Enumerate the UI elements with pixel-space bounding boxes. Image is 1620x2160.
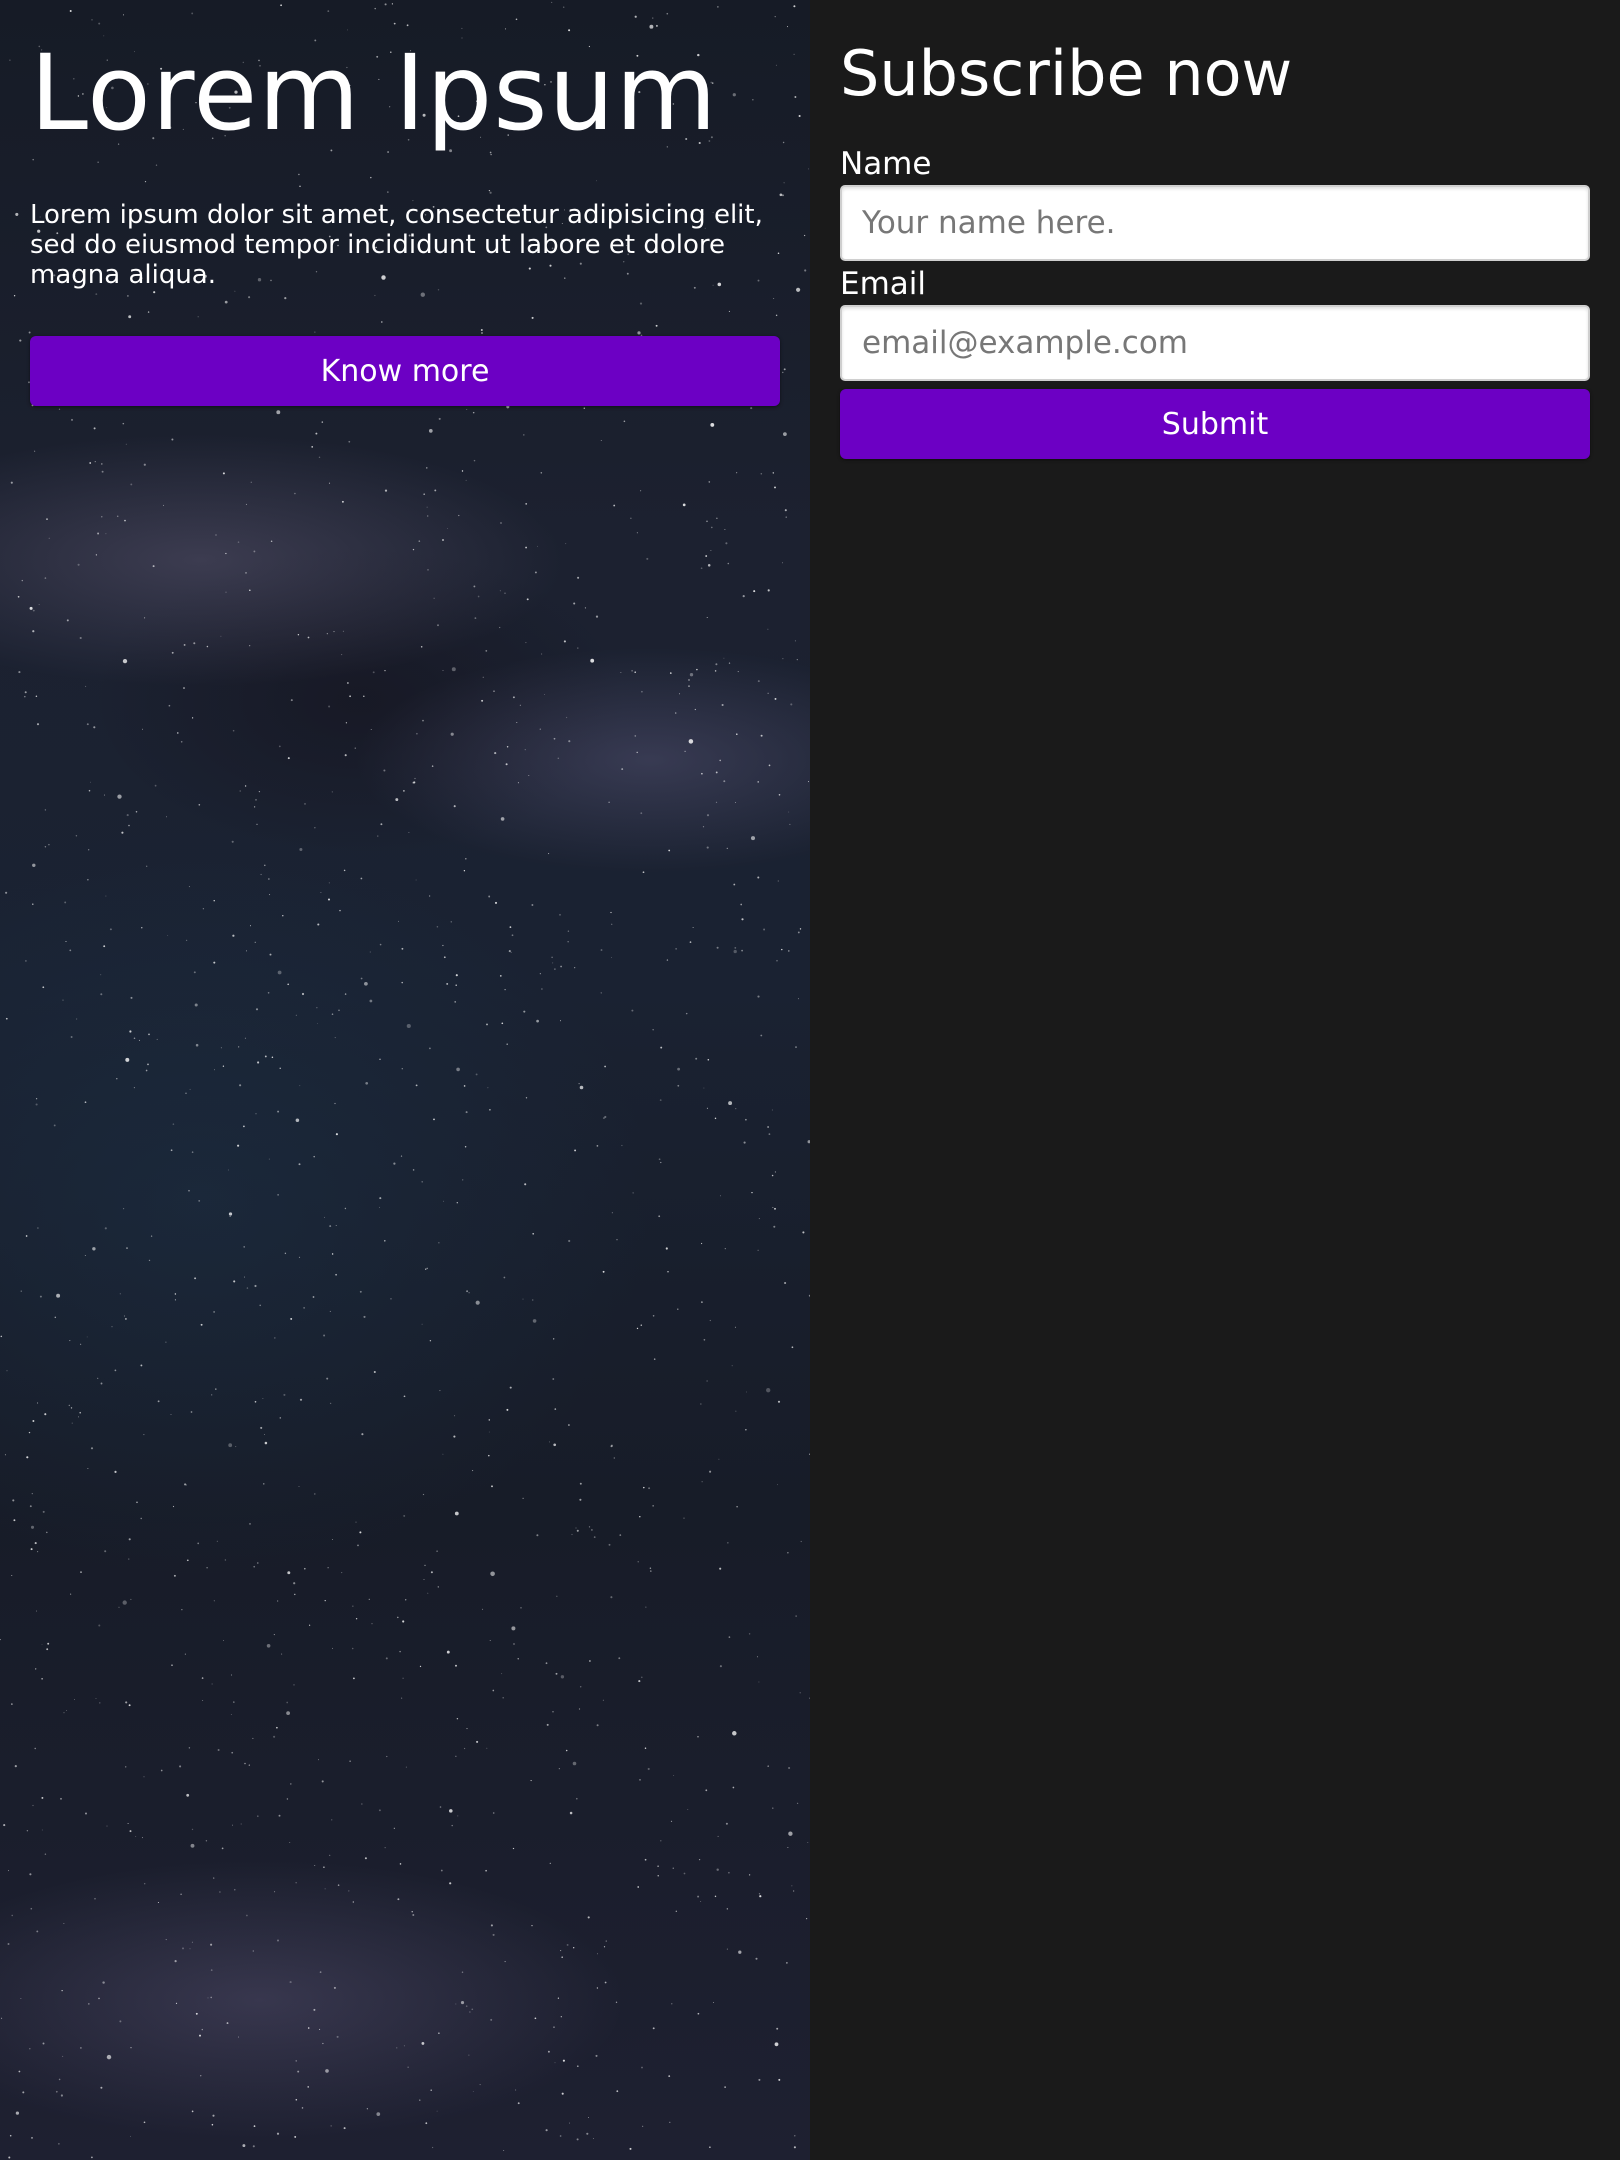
name-label: Name xyxy=(840,146,932,182)
subscribe-title: Subscribe now xyxy=(840,37,1293,110)
subscribe-panel: Subscribe now Name Email Submit xyxy=(810,0,1620,2160)
email-input[interactable] xyxy=(840,305,1590,381)
email-label: Email xyxy=(840,266,927,302)
know-more-button[interactable]: Know more xyxy=(30,336,780,406)
hero-content: Lorem Ipsum Lorem ipsum dolor sit amet, … xyxy=(30,0,780,406)
hero-description: Lorem ipsum dolor sit amet, consectetur … xyxy=(30,200,763,290)
submit-button[interactable]: Submit xyxy=(840,389,1590,459)
landing-page: Lorem Ipsum Lorem ipsum dolor sit amet, … xyxy=(0,0,1620,2160)
hero-title: Lorem Ipsum xyxy=(30,32,718,154)
name-input[interactable] xyxy=(840,185,1590,261)
hero-panel: Lorem Ipsum Lorem ipsum dolor sit amet, … xyxy=(0,0,810,2160)
subscribe-form: Subscribe now Name Email Submit xyxy=(840,0,1590,459)
